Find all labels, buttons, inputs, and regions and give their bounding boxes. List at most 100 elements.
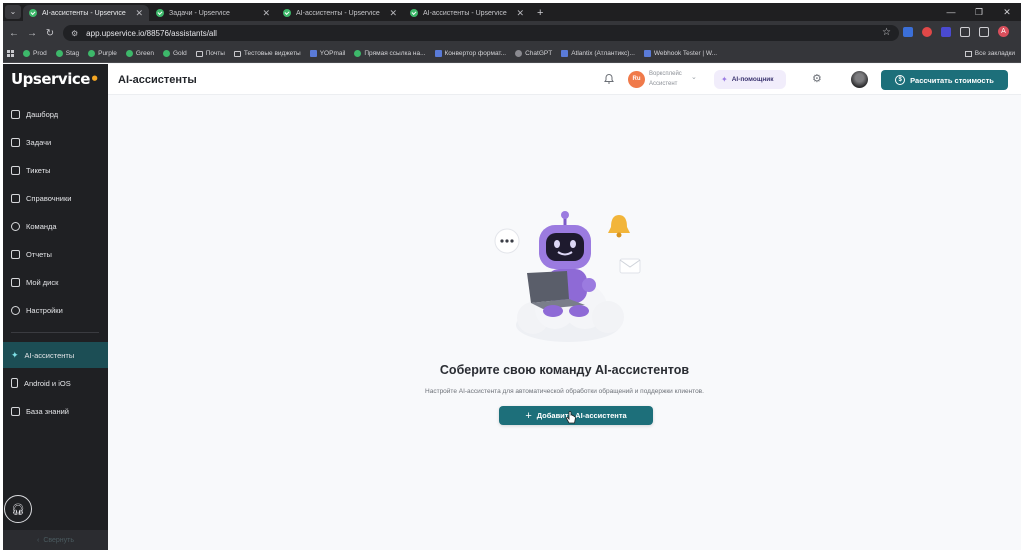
folder-icon — [195, 50, 203, 57]
bell-icon[interactable] — [603, 73, 615, 85]
apps-grid-icon[interactable] — [7, 49, 15, 58]
laptop-icon — [527, 271, 569, 303]
browser-tab-3[interactable]: AI-ассистенты - Upservice ✕ — [277, 5, 403, 21]
ai-helper-button[interactable]: ✦ AI-помощник — [714, 70, 786, 89]
forward-icon[interactable]: → — [25, 28, 39, 39]
bookmark-label: Atlantix (Атлантикс)... — [571, 50, 635, 57]
bookmark-label: Тестовые виджеты — [243, 50, 301, 57]
bookmark-item[interactable]: ChatGPT — [515, 50, 552, 57]
favicon-icon — [23, 50, 30, 57]
settings-gear-icon[interactable]: ⚙ — [812, 72, 822, 85]
close-icon[interactable]: ✕ — [262, 8, 270, 19]
bookmark-label: Purple — [98, 50, 117, 57]
sidebar-item-dashboard[interactable]: Дашборд — [3, 101, 108, 127]
calculate-cost-button[interactable]: $ Рассчитать стоимость — [881, 70, 1008, 90]
sparkle-icon: ✦ — [721, 75, 728, 84]
bookmark-item[interactable]: Stag — [55, 50, 80, 57]
bookmark-item[interactable]: YOPmail — [309, 50, 345, 57]
bookmark-label: Почты — [205, 50, 225, 57]
more-menu-icon[interactable]: ⋮ — [1018, 27, 1021, 38]
tab-search-icon[interactable]: ⌄ — [5, 5, 21, 19]
sidebar-item-my-disk[interactable]: Мой диск — [3, 269, 108, 295]
collapse-sidebar-button[interactable]: ‹ Свернуть — [3, 530, 108, 550]
bookmark-star-icon[interactable]: ☆ — [882, 27, 891, 38]
reports-icon — [11, 249, 20, 259]
browser-tab-4[interactable]: AI-ассистенты - Upservice ✕ — [404, 5, 530, 21]
favicon-icon — [88, 50, 96, 57]
new-tab-icon[interactable]: + — [531, 5, 549, 21]
bookmark-item[interactable]: Atlantix (Атлантикс)... — [561, 50, 635, 57]
dashboard-icon — [11, 109, 20, 119]
logo-mark-icon: • — [89, 70, 100, 88]
sidebar-item-label: Тикеты — [26, 165, 51, 175]
profile-avatar[interactable]: A — [998, 26, 1009, 37]
browser-toolbar: ← → ↻ ⚙ app.upservice.io/88576/assistant… — [3, 21, 1021, 45]
ai-helper-label: AI-помощник — [731, 76, 774, 83]
upservice-logo[interactable]: Upservice• — [11, 70, 100, 88]
back-icon[interactable]: ← — [7, 28, 21, 39]
upservice-favicon-icon — [29, 9, 37, 17]
extension-icon[interactable] — [922, 26, 932, 37]
gear-icon — [11, 305, 20, 315]
bookmark-folder[interactable]: Почты — [195, 50, 225, 57]
sidebar-item-settings[interactable]: Настройки — [3, 297, 108, 323]
side-panel-icon[interactable] — [979, 26, 989, 37]
bookmarks-bar: Prod Stag Purple Green Gold Почты Тестов… — [3, 45, 1021, 63]
workspace-name[interactable]: Ворксплейс — [649, 71, 682, 77]
sparkle-icon: ✦ — [11, 349, 19, 360]
favicon-icon — [434, 50, 442, 57]
sidebar-item-label: Задачи — [26, 137, 52, 147]
support-headset-button[interactable]: 🎧︎ — [4, 495, 32, 523]
tab-title: AI-ассистенты - Upservice — [42, 9, 126, 17]
sidebar-item-reports[interactable]: Отчеты — [3, 241, 108, 267]
close-icon[interactable]: ✕ — [516, 8, 524, 19]
bookmark-item[interactable]: Purple — [88, 50, 117, 57]
tab-title: AI-ассистенты - Upservice — [423, 9, 507, 17]
sidebar-item-label: Настройки — [26, 305, 63, 315]
puzzle-icon[interactable] — [960, 26, 970, 37]
maximize-icon[interactable]: ❐ — [965, 7, 993, 18]
all-bookmarks[interactable]: Все закладки — [964, 50, 1015, 57]
sidebar-item-tickets[interactable]: Тикеты — [3, 157, 108, 183]
tab-strip: ⌄ AI-ассистенты - Upservice ✕ Задачи - U… — [3, 3, 1021, 21]
directories-icon — [11, 193, 20, 203]
hand-cursor-icon — [566, 411, 576, 424]
bookmark-label: Prod — [33, 50, 47, 57]
site-settings-icon[interactable]: ⚙ — [71, 29, 78, 38]
bookmark-item[interactable]: Green — [125, 50, 154, 57]
sidebar-item-knowledge-base[interactable]: База знаний — [3, 398, 108, 424]
user-avatar[interactable] — [851, 71, 868, 88]
window-close-icon[interactable]: ✕ — [993, 7, 1021, 18]
add-button-label: Добавить AI-ассистента — [536, 411, 627, 420]
extension-icon[interactable] — [903, 26, 913, 37]
sidebar-item-label: Дашборд — [26, 109, 59, 119]
extension-icon[interactable] — [941, 26, 951, 37]
workspace-badge[interactable]: Ru — [628, 71, 645, 88]
minimize-icon[interactable]: — — [937, 7, 965, 17]
chevron-down-icon[interactable]: ⌄ — [691, 73, 697, 81]
bookmark-folder[interactable]: Тестовые виджеты — [233, 50, 301, 57]
sidebar-divider — [11, 332, 99, 333]
sidebar-item-tasks[interactable]: Задачи — [3, 129, 108, 155]
close-icon[interactable]: ✕ — [389, 8, 397, 19]
bookmark-item[interactable]: Gold — [162, 50, 187, 57]
sidebar-item-directories[interactable]: Справочники — [3, 185, 108, 211]
bookmark-label: Прямая ссылка на... — [364, 50, 426, 57]
url-text: app.upservice.io/88576/assistants/all — [86, 28, 217, 38]
bookmark-item[interactable]: Конвертор формат... — [434, 50, 506, 57]
folder-icon — [11, 277, 20, 287]
browser-tab-2[interactable]: Задачи - Upservice ✕ — [150, 5, 276, 21]
browser-tab-1[interactable]: AI-ассистенты - Upservice ✕ — [23, 5, 149, 21]
bookmark-item[interactable]: Webhook Tester | W... — [643, 50, 717, 57]
sidebar-item-mobile[interactable]: Android и iOS — [3, 370, 108, 396]
address-bar[interactable]: ⚙ app.upservice.io/88576/assistants/all … — [63, 25, 899, 41]
sidebar-item-label: AI-ассистенты — [24, 350, 75, 360]
sidebar-item-team[interactable]: Команда — [3, 213, 108, 239]
reload-icon[interactable]: ↻ — [43, 28, 57, 39]
add-ai-assistant-button[interactable]: + Добавить AI-ассистента — [499, 406, 653, 425]
bookmark-item[interactable]: Prod — [23, 50, 47, 57]
sidebar-item-ai-assistants[interactable]: ✦ AI-ассистенты — [3, 342, 108, 368]
close-icon[interactable]: ✕ — [135, 8, 143, 19]
bookmark-item[interactable]: Прямая ссылка на... — [354, 50, 426, 57]
bookmark-label: Stag — [65, 50, 80, 57]
